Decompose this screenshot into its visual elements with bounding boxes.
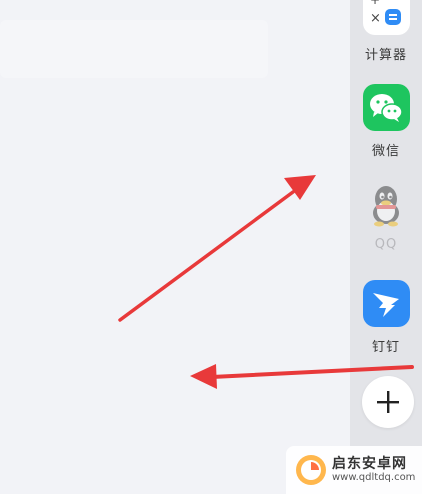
watermark-logo-icon bbox=[296, 455, 326, 485]
annotation-arrows bbox=[118, 175, 414, 389]
arrow-pointing-left bbox=[190, 364, 414, 389]
watermark-title: 启东安卓网 bbox=[332, 456, 407, 473]
watermark-url: www.qdltdq.com bbox=[332, 472, 416, 484]
site-watermark: 启东安卓网 www.qdltdq.com bbox=[286, 446, 422, 494]
arrow-pointing-to-sidebar bbox=[118, 175, 316, 322]
